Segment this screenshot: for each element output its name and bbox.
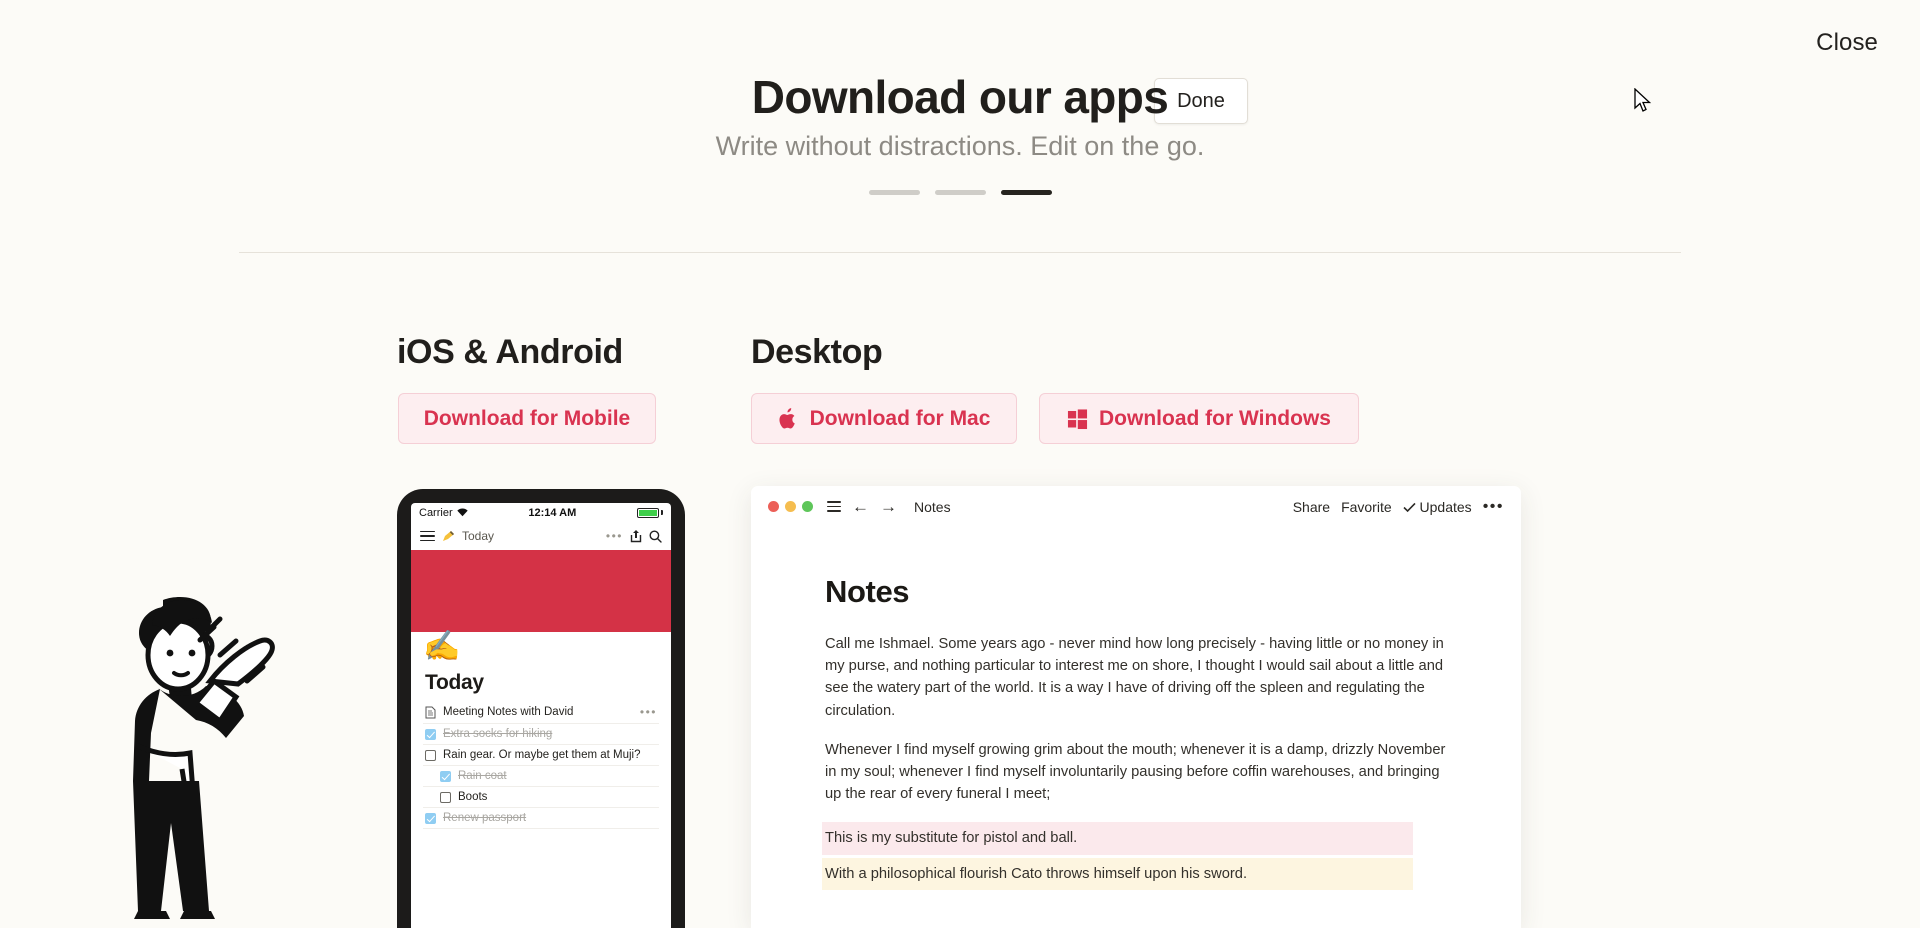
list-item-label: Rain gear. Or maybe get them at Muji?	[443, 749, 641, 761]
document-icon	[425, 706, 436, 718]
list-item[interactable]: Rain coat	[423, 766, 659, 787]
list-item[interactable]: Extra socks for hiking	[423, 724, 659, 745]
arrow-left-icon[interactable]: ←	[852, 498, 869, 515]
favorite-button[interactable]: Favorite	[1341, 499, 1392, 515]
traffic-lights	[768, 501, 813, 512]
close-link[interactable]: Close	[1816, 29, 1878, 57]
list-item[interactable]: Boots	[423, 787, 659, 808]
checkbox-checked[interactable]	[425, 728, 436, 740]
phone-screen: Carrier 12:14 AM Today ••• ✍️ Today Meet…	[411, 503, 671, 928]
download-mac-button[interactable]: Download for Mac	[751, 393, 1017, 444]
list-item-label: Extra socks for hiking	[443, 728, 553, 740]
document-paragraph: Call me Ishmael. Some years ago - never …	[825, 636, 1444, 719]
list-item-label: Meeting Notes with David	[443, 706, 574, 718]
share-icon[interactable]	[630, 529, 642, 543]
checkbox-unchecked[interactable]	[425, 749, 436, 761]
pagination-dots	[0, 190, 1920, 195]
more-icon[interactable]: •••	[640, 705, 657, 719]
hamburger-icon[interactable]	[420, 530, 435, 542]
list-item-label: Rain coat	[458, 770, 507, 782]
window-chrome: ← → Notes Share Favorite Updates •••	[751, 486, 1521, 527]
list-item[interactable]: Meeting Notes with David •••	[423, 701, 659, 724]
person-waving-illustration	[133, 597, 275, 919]
battery-icon	[637, 507, 663, 518]
pagination-dot-2[interactable]	[934, 190, 986, 195]
download-windows-button[interactable]: Download for Windows	[1039, 393, 1359, 444]
download-windows-label: Download for Windows	[1099, 406, 1331, 430]
arrow-right-icon[interactable]: →	[880, 498, 897, 515]
phone-toolbar-title: Today	[462, 529, 495, 543]
search-icon[interactable]	[649, 530, 662, 543]
pencil-icon	[443, 530, 454, 541]
download-mobile-label: Download for Mobile	[423, 406, 631, 430]
more-icon[interactable]: •••	[1483, 498, 1504, 516]
phone-carrier: Carrier	[419, 507, 468, 519]
list-item-label: Boots	[458, 791, 488, 803]
list-item-label: Renew passport	[443, 812, 527, 824]
page-title: Download our apps	[751, 71, 1169, 123]
download-mac-label: Download for Mac	[809, 406, 991, 430]
download-apps-modal: Close Done Download our apps Write witho…	[0, 0, 1920, 928]
wifi-icon	[456, 508, 468, 517]
highlighted-line: With a philosophical flourish Cato throw…	[822, 857, 1413, 890]
download-mobile-button[interactable]: Download for Mobile	[398, 393, 656, 444]
window-title: Notes	[914, 498, 951, 515]
page-subtitle: Write without distractions. Edit on the …	[715, 131, 1205, 161]
window-zoom-icon[interactable]	[802, 501, 813, 512]
updates-button[interactable]: Updates	[1403, 499, 1472, 515]
more-icon[interactable]: •••	[606, 529, 623, 543]
phone-note-heading: Today	[425, 671, 484, 694]
desktop-app-mockup: ← → Notes Share Favorite Updates ••• Not…	[751, 486, 1521, 928]
pagination-dot-3[interactable]	[1000, 190, 1052, 195]
phone-toolbar: Today •••	[411, 522, 671, 550]
list-item[interactable]: Rain gear. Or maybe get them at Muji?	[423, 745, 659, 766]
document-paragraph: Whenever I find myself growing grim abou…	[825, 741, 1446, 803]
apple-logo-icon	[779, 407, 795, 429]
updates-label: Updates	[1419, 498, 1472, 515]
window-minimize-icon[interactable]	[785, 501, 796, 512]
check-icon	[1403, 502, 1416, 512]
writing-hand-emoji: ✍️	[423, 630, 461, 663]
checkbox-checked[interactable]	[425, 812, 436, 824]
phone-status-bar: Carrier 12:14 AM	[411, 503, 671, 522]
highlighted-line: This is my substitute for pistol and bal…	[822, 822, 1413, 855]
checkbox-checked[interactable]	[440, 770, 451, 782]
windows-logo-icon	[1067, 408, 1088, 429]
phone-time: 12:14 AM	[528, 506, 577, 519]
phone-mockup: Carrier 12:14 AM Today ••• ✍️ Today Meet…	[397, 489, 685, 928]
list-item[interactable]: Renew passport	[423, 808, 659, 829]
header-divider	[239, 252, 1681, 253]
section-heading-mobile: iOS & Android	[397, 333, 623, 371]
document-body: Notes Call me Ishmael. Some years ago - …	[751, 527, 1521, 890]
hamburger-icon[interactable]	[827, 500, 841, 513]
pagination-dot-1[interactable]	[868, 190, 920, 195]
checkbox-unchecked[interactable]	[440, 791, 451, 803]
share-button[interactable]: Share	[1293, 499, 1330, 515]
section-heading-desktop: Desktop	[751, 333, 883, 371]
document-title: Notes	[825, 574, 910, 609]
window-close-icon[interactable]	[768, 501, 779, 512]
phone-note-list: ✍️ Today Meeting Notes with David ••• Ex…	[411, 632, 671, 829]
